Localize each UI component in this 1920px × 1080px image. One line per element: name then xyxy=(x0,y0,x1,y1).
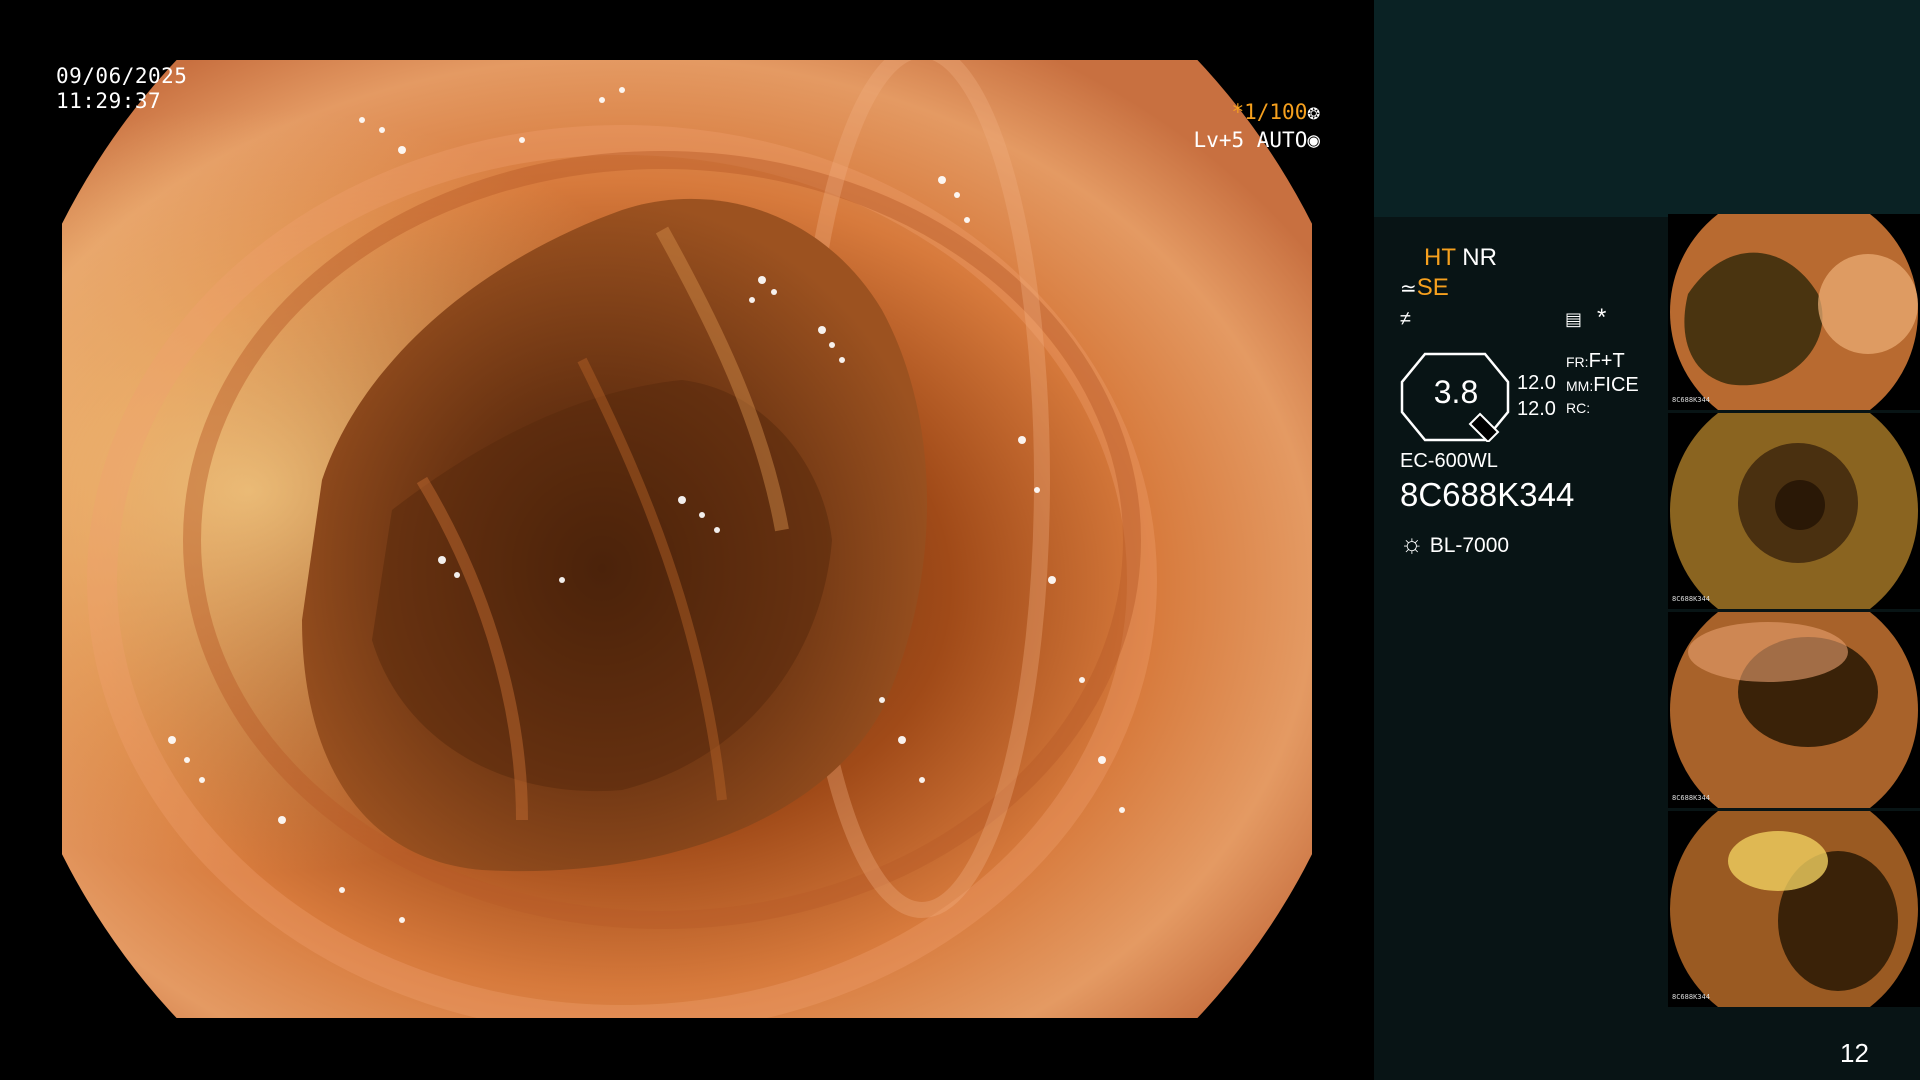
light-source-icon: ☼ xyxy=(1400,528,1424,558)
level-text: Lv+5 AUTO xyxy=(1193,128,1308,152)
zoom-value: 3.8 xyxy=(1433,374,1479,410)
thumbnail-image xyxy=(1670,214,1918,410)
shutter-text: *1/100 xyxy=(1231,100,1308,124)
fr-value: F+T xyxy=(1588,350,1625,372)
thumbnail-strip: 8C688K344 8C688K344 8C688K344 8C688K344 xyxy=(1668,214,1920,1010)
time-text: 11:29:37 xyxy=(56,89,162,113)
se-label: SE xyxy=(1416,274,1449,301)
asterisk-label: * xyxy=(1597,304,1607,331)
mode-icon: ≃ xyxy=(1400,278,1417,300)
date-time-readout: 09/06/2025 11:29:37 xyxy=(56,64,187,114)
scope-serial: 8C688K344 xyxy=(1400,476,1575,513)
menu-icon: ▤ xyxy=(1565,309,1583,329)
slash-icon: ≠ xyxy=(1400,308,1411,330)
zoom-indicator: 3.8 xyxy=(1400,352,1512,444)
thumbnail-serial: 8C688K344 xyxy=(1672,794,1710,802)
thumbnail-serial: 8C688K344 xyxy=(1672,993,1710,1001)
light-source-text: BL-7000 xyxy=(1429,534,1510,557)
rc-label: RC: xyxy=(1566,400,1591,416)
endoscope-image xyxy=(62,60,1312,1018)
thumbnail-image xyxy=(1670,612,1918,808)
iris-icon: ◉ xyxy=(1307,128,1320,152)
mm-value: FICE xyxy=(1593,374,1639,396)
nr-label: NR xyxy=(1462,244,1497,271)
value-bottom: 12.0 xyxy=(1517,398,1556,420)
settings-info: HT NR ≃SE ≠ ▤ * 3.8 12.0 12.0 FR:F+T MM:… xyxy=(1400,240,1690,580)
date-text: 09/06/2025 xyxy=(56,64,188,88)
mm-label: MM: xyxy=(1566,378,1594,394)
panel-header xyxy=(1374,0,1920,217)
thumbnail-image xyxy=(1670,811,1918,1007)
thumbnail-4[interactable]: 8C688K344 xyxy=(1668,811,1920,1007)
thumbnail-2[interactable]: 8C688K344 xyxy=(1668,413,1920,609)
thumbnail-image xyxy=(1670,413,1918,609)
page-count: 12 xyxy=(1840,1038,1869,1068)
aperture-icon: ❂ xyxy=(1307,100,1320,124)
thumbnail-serial: 8C688K344 xyxy=(1672,595,1710,603)
exposure-readout: *1/100❂ Lv+5 AUTO◉ xyxy=(1190,98,1320,154)
ht-label: HT xyxy=(1424,244,1456,271)
value-top: 12.0 xyxy=(1517,372,1556,394)
thumbnail-1[interactable]: 8C688K344 xyxy=(1668,214,1920,410)
thumbnail-serial: 8C688K344 xyxy=(1672,396,1710,404)
thumbnail-3[interactable]: 8C688K344 xyxy=(1668,612,1920,808)
endoscope-view xyxy=(62,60,1312,1018)
scope-model: EC-600WL xyxy=(1400,450,1498,472)
fr-label: FR: xyxy=(1566,354,1589,370)
